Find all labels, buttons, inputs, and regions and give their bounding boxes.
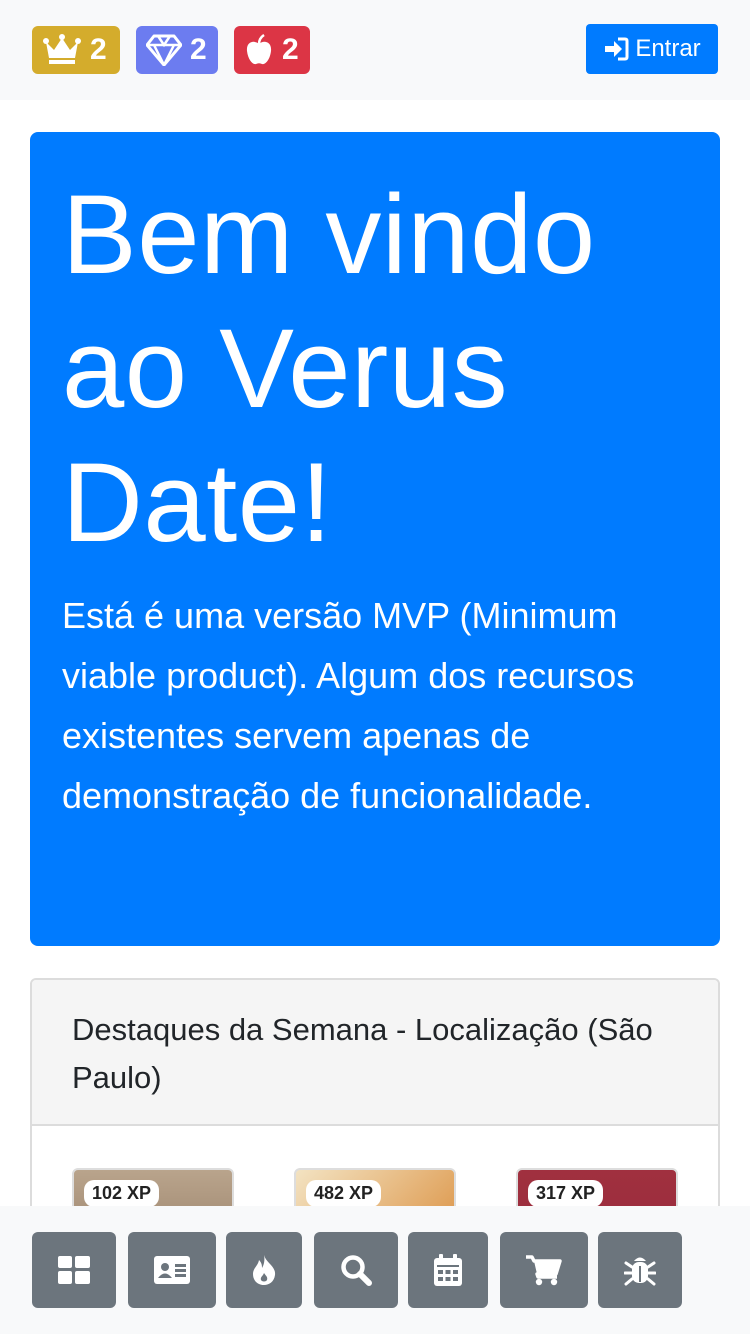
xp-badge: 317 XP: [528, 1180, 604, 1207]
search-icon: [340, 1254, 372, 1286]
bug-icon: [624, 1254, 656, 1286]
bottom-navigation: [0, 1206, 750, 1334]
id-card-icon: [154, 1256, 190, 1284]
diamond-badge[interactable]: 2: [136, 26, 218, 74]
nav-profile-button[interactable]: [128, 1232, 216, 1308]
apple-icon: [244, 33, 274, 67]
nav-dashboard-button[interactable]: [32, 1232, 116, 1308]
fire-icon: [252, 1255, 276, 1285]
login-button[interactable]: Entrar: [586, 24, 718, 74]
nav-match-button[interactable]: [226, 1232, 302, 1308]
crown-badge[interactable]: 2: [32, 26, 120, 74]
cart-icon: [526, 1254, 562, 1286]
apple-count: 2: [282, 33, 299, 66]
crown-count: 2: [90, 33, 107, 66]
apple-badge[interactable]: 2: [234, 26, 310, 74]
welcome-title: Bem vindo ao Verus Date!: [62, 172, 596, 565]
crown-icon: [42, 33, 82, 67]
nav-report-bug-button[interactable]: [598, 1232, 682, 1308]
nav-calendar-button[interactable]: [408, 1232, 488, 1308]
xp-badge: 102 XP: [84, 1180, 160, 1207]
diamond-count: 2: [190, 33, 207, 66]
top-bar: 2 2 2 Entrar: [0, 0, 750, 100]
diamond-icon: [146, 33, 182, 67]
nav-search-button[interactable]: [314, 1232, 398, 1308]
dashboard-icon: [58, 1256, 90, 1284]
calendar-icon: [434, 1254, 462, 1286]
highlights-title: Destaques da Semana - Localização (São P…: [32, 980, 718, 1126]
xp-badge: 482 XP: [306, 1180, 382, 1207]
sign-in-icon: [603, 37, 629, 61]
welcome-jumbotron: Bem vindo ao Verus Date! Está é uma vers…: [30, 132, 720, 946]
nav-shop-button[interactable]: [500, 1232, 588, 1308]
welcome-text: Está é uma versão MVP (Minimum viable pr…: [62, 595, 635, 816]
login-label: Entrar: [635, 35, 701, 62]
